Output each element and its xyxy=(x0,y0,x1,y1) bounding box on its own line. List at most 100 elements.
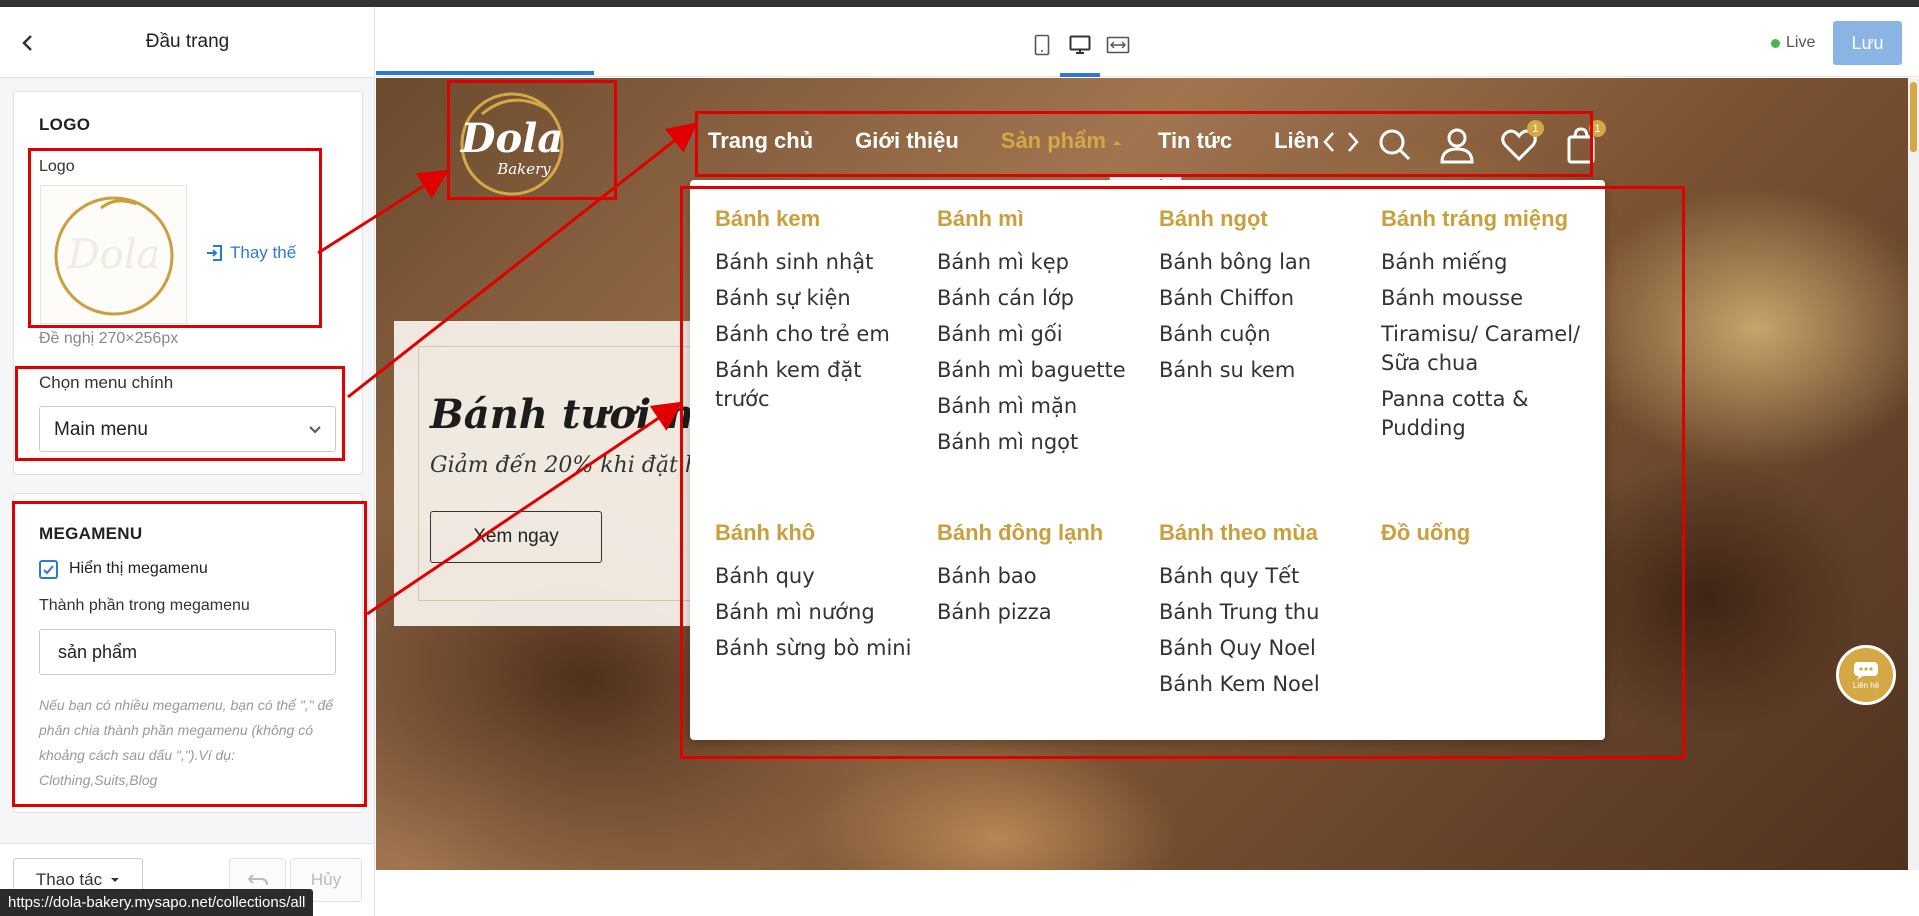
nav-item[interactable]: Giới thiệu xyxy=(855,128,959,158)
live-dot-icon xyxy=(1771,38,1780,48)
megamenu-column: Bánh đông lạnh Bánh bao Bánh pizza xyxy=(937,520,1142,634)
megamenu-link[interactable]: Bánh Kem Noel xyxy=(1159,670,1364,699)
nav-item[interactable]: Trang chủ xyxy=(708,128,813,158)
megamenu-components-label: Thành phần trong megamenu xyxy=(39,597,250,614)
megamenu-heading[interactable]: Bánh đông lạnh xyxy=(937,520,1142,546)
megamenu-link[interactable]: Bánh Trung thu xyxy=(1159,598,1364,627)
megamenu-help-text: Nếu bạn có nhiều megamenu, bạn có thể ",… xyxy=(39,697,334,788)
svg-text:Dola: Dola xyxy=(67,232,161,278)
megamenu-components-input[interactable]: sản phẩm xyxy=(39,629,336,675)
logo-thumbnail[interactable]: Dola xyxy=(40,185,187,324)
megamenu-heading[interactable]: Bánh kem xyxy=(715,206,920,232)
chevron-right-icon[interactable] xyxy=(1346,130,1360,154)
chat-icon xyxy=(1854,661,1878,680)
settings-sidebar: Đầu trang LOGO Logo Dola Thay thế Đề ngh… xyxy=(0,7,375,916)
megamenu-heading[interactable]: Bánh tráng miệng xyxy=(1381,206,1586,232)
main-menu-select[interactable]: Main menu xyxy=(39,406,336,452)
nav-scroll-arrows xyxy=(1322,130,1360,154)
wishlist-icon[interactable]: 1 xyxy=(1500,120,1544,164)
megamenu-column: Bánh ngọt Bánh bông lan Bánh Chiffon Bánh c… xyxy=(1159,206,1364,392)
cart-icon[interactable]: 1 xyxy=(1562,120,1606,164)
megamenu-link[interactable]: Bánh kem đặt trước xyxy=(715,356,920,414)
show-megamenu-checkbox[interactable] xyxy=(39,560,58,579)
sidebar-header: Đầu trang xyxy=(0,7,374,78)
megamenu-link[interactable]: Panna cotta & Pudding xyxy=(1381,385,1586,443)
contact-chat-button[interactable]: Liên hệ xyxy=(1836,645,1896,705)
mobile-view-icon[interactable] xyxy=(1028,31,1056,59)
megamenu-heading[interactable]: Bánh mì xyxy=(937,206,1142,232)
preview-scrollbar[interactable] xyxy=(1908,78,1919,870)
account-icon[interactable] xyxy=(1438,126,1476,164)
chevron-down-icon xyxy=(309,426,321,434)
loading-progress-bar xyxy=(376,71,594,75)
chevron-left-icon[interactable] xyxy=(1322,130,1336,154)
chat-label: Liên hệ xyxy=(1852,680,1880,690)
megamenu-link[interactable]: Bánh cán lớp xyxy=(937,284,1142,313)
preview-bottom-area xyxy=(376,870,1919,916)
megamenu-link[interactable]: Bánh cho trẻ em xyxy=(715,320,920,349)
megamenu-link[interactable]: Bánh mì ngọt xyxy=(937,428,1142,457)
check-icon xyxy=(43,565,54,575)
megamenu-link[interactable]: Bánh bông lan xyxy=(1159,248,1364,277)
megamenu-settings-card: MEGAMENU Hiển thị megamenu Thành phần tr… xyxy=(13,493,363,813)
megamenu-link[interactable]: Bánh mì baguette xyxy=(937,356,1142,385)
megamenu-column: Bánh mì Bánh mì kẹp Bánh cán lớp Bánh mì gố… xyxy=(937,206,1142,464)
main-menu-label: Chọn menu chính xyxy=(39,373,174,392)
save-button[interactable]: Lưu xyxy=(1833,21,1902,65)
megamenu-link[interactable]: Bánh sinh nhật xyxy=(715,248,920,277)
megamenu-section-heading: MEGAMENU xyxy=(39,524,143,543)
search-icon[interactable] xyxy=(1376,126,1414,164)
main-menu-value: Main menu xyxy=(54,419,148,440)
cart-count-badge: 1 xyxy=(1589,120,1606,137)
svg-text:Dola: Dola xyxy=(460,115,563,162)
caret-down-icon xyxy=(111,878,120,882)
megamenu-column: Bánh khô Bánh quy Bánh mì nướng Bánh sừng b… xyxy=(715,520,920,670)
store-preview: Dola Bakery Trang chủ Giới thiệu Sản phẩm T… xyxy=(376,78,1919,870)
scrollbar-thumb[interactable] xyxy=(1910,82,1917,152)
nav-item[interactable]: Sản phẩm xyxy=(1001,128,1106,158)
show-megamenu-label: Hiển thị megamenu xyxy=(69,560,208,577)
megamenu-heading[interactable]: Đồ uống xyxy=(1381,520,1586,546)
megamenu-link[interactable]: Bánh pizza xyxy=(937,598,1142,627)
caret-up-icon xyxy=(1112,141,1121,145)
replace-label: Thay thế xyxy=(230,243,297,262)
megamenu-link[interactable]: Tiramisu/ Caramel/ Sữa chua xyxy=(1381,320,1586,378)
megamenu-column: Đồ uống xyxy=(1381,520,1586,562)
site-logo[interactable]: Dola Bakery xyxy=(452,84,572,202)
megamenu-link[interactable]: Bánh mì gối xyxy=(937,320,1142,349)
live-label: Live xyxy=(1786,34,1816,51)
shop-now-button[interactable]: Xem ngay xyxy=(430,511,602,563)
megamenu-link[interactable]: Bánh Quy Noel xyxy=(1159,634,1364,663)
megamenu-link[interactable]: Bánh bao xyxy=(937,562,1142,591)
main-nav: Trang chủ Giới thiệu Sản phẩm Tin tức Liên h… xyxy=(708,118,1320,168)
window-top-strip xyxy=(0,0,1919,7)
desktop-view-icon[interactable] xyxy=(1066,31,1094,59)
undo-icon xyxy=(247,874,268,886)
fullwidth-view-icon[interactable] xyxy=(1104,31,1132,59)
megamenu-link[interactable]: Bánh su kem xyxy=(1159,356,1364,385)
megamenu-link[interactable]: Bánh mì mặn xyxy=(937,392,1142,421)
megamenu-heading[interactable]: Bánh theo mùa xyxy=(1159,520,1364,546)
editor-toolbar: Live Lưu xyxy=(376,7,1919,77)
megamenu-link[interactable]: Bánh Chiffon xyxy=(1159,284,1364,313)
megamenu-link[interactable]: Bánh quy xyxy=(715,562,920,591)
megamenu-link[interactable]: Bánh mì kẹp xyxy=(937,248,1142,277)
megamenu-heading[interactable]: Bánh ngọt xyxy=(1159,206,1364,232)
replace-logo-button[interactable]: Thay thế xyxy=(206,243,296,263)
megamenu-column: Bánh theo mùa Bánh quy Tết Bánh Trung thu B… xyxy=(1159,520,1364,706)
megamenu-link[interactable]: Bánh sừng bò mini xyxy=(715,634,920,663)
wishlist-count-badge: 1 xyxy=(1527,120,1544,137)
megamenu-heading[interactable]: Bánh khô xyxy=(715,520,920,546)
megamenu-link[interactable]: Bánh sự kiện xyxy=(715,284,920,313)
nav-item[interactable]: Liên hệ xyxy=(1274,128,1320,158)
megamenu-column: Bánh tráng miệng Bánh miếng Bánh mousse Tir… xyxy=(1381,206,1586,450)
hero-subtitle: Giảm đến 20% khi đặt h xyxy=(430,453,699,478)
megamenu-link[interactable]: Bánh mì nướng xyxy=(715,598,920,627)
megamenu-link[interactable]: Bánh quy Tết xyxy=(1159,562,1364,591)
megamenu-link[interactable]: Bánh miếng xyxy=(1381,248,1586,277)
megamenu-link[interactable]: Bánh cuộn xyxy=(1159,320,1364,349)
actions-label: Thao tác xyxy=(35,870,103,889)
logo-size-hint: Đề nghị 270×256px xyxy=(39,330,179,347)
megamenu-link[interactable]: Bánh mousse xyxy=(1381,284,1586,313)
nav-item[interactable]: Tin tức xyxy=(1158,128,1232,158)
